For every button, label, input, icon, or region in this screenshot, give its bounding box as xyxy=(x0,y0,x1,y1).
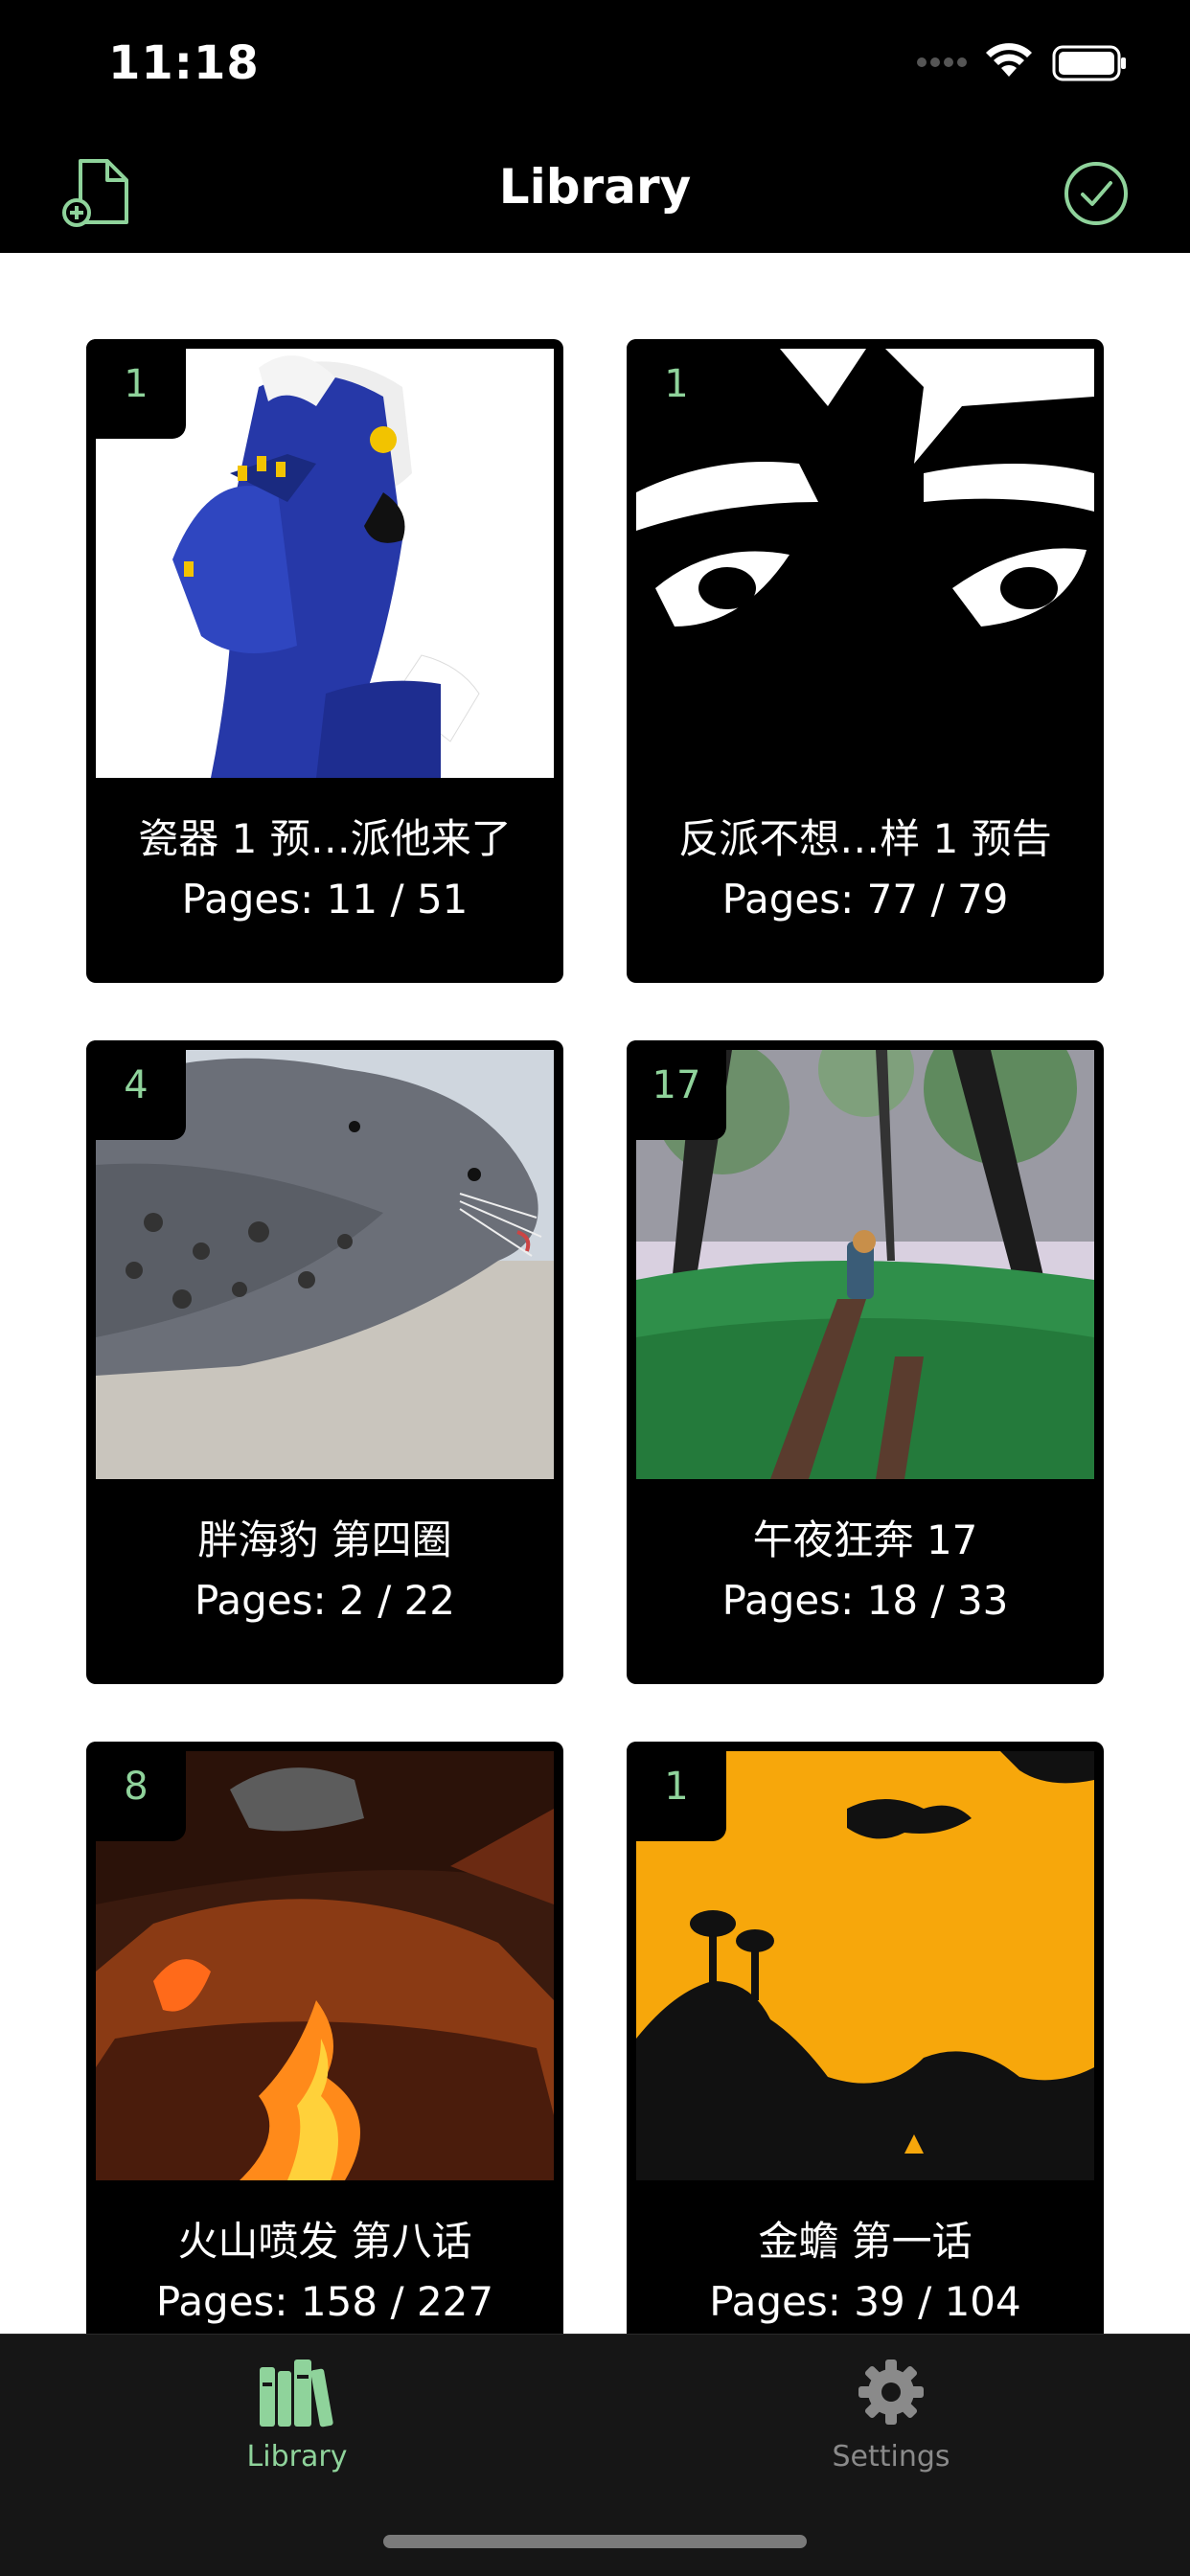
comic-title: 反派不想…样 1 预告 xyxy=(678,815,1052,862)
comic-card[interactable]: 1 金蟾 第一话 Pages: 39 / 104 xyxy=(627,1742,1104,2339)
page-progress: Pages: 39 / 104 xyxy=(709,2278,1021,2325)
comic-title: 午夜狂奔 17 xyxy=(752,1516,978,1563)
comic-title: 金蟾 第一话 xyxy=(758,2218,973,2265)
chapter-badge: 1 xyxy=(627,1742,726,1841)
navigation-bar: Library xyxy=(0,134,1190,253)
comic-card[interactable]: 1 反派不想…样 1 预告 Pages: 77 / 79 xyxy=(627,339,1104,983)
comic-card[interactable]: 1 瓷器 1 预…派他来了 Pages: 11 / 51 xyxy=(86,339,563,983)
page-progress: Pages: 2 / 22 xyxy=(194,1577,456,1624)
gear-icon xyxy=(858,2359,924,2425)
page-progress: Pages: 158 / 227 xyxy=(155,2278,494,2325)
tab-bar: Library Settings xyxy=(0,2334,1190,2576)
page-progress: Pages: 18 / 33 xyxy=(721,1577,1009,1624)
tab-label: Settings xyxy=(832,2440,950,2473)
cellular-signal-icon xyxy=(917,57,967,67)
comic-title: 胖海豹 第四圈 xyxy=(197,1516,452,1563)
books-icon xyxy=(260,2359,333,2428)
wifi-icon xyxy=(986,43,1032,77)
page-title: Library xyxy=(498,159,692,215)
status-time: 11:18 xyxy=(108,36,260,90)
comic-title: 瓷器 1 预…派他来了 xyxy=(138,815,512,862)
comic-card[interactable]: 17 午夜狂奔 17 Pages: 18 / 33 xyxy=(627,1040,1104,1684)
chapter-badge: 1 xyxy=(86,339,186,439)
home-indicator xyxy=(383,2535,807,2548)
chapter-badge: 4 xyxy=(86,1040,186,1140)
chapter-badge: 8 xyxy=(86,1742,186,1841)
chapter-badge: 1 xyxy=(627,339,726,439)
tab-library[interactable]: Library xyxy=(153,2354,441,2473)
tab-settings[interactable]: Settings xyxy=(747,2354,1035,2473)
battery-icon xyxy=(1052,45,1126,81)
comic-card[interactable]: 8 火山喷发 第八话 Pages: 158 / 227 xyxy=(86,1742,563,2339)
page-progress: Pages: 11 / 51 xyxy=(181,876,469,923)
status-bar: 11:18 xyxy=(0,0,1190,134)
comic-card[interactable]: 4 胖海豹 第四圈 Pages: 2 / 22 xyxy=(86,1040,563,1684)
library-grid: 1 瓷器 1 预…派他来了 Pages: 11 / 51 1 反派不想…样 1 … xyxy=(0,253,1190,2339)
page-progress: Pages: 77 / 79 xyxy=(721,876,1009,923)
checkmark-circle-icon[interactable] xyxy=(1062,159,1131,228)
tab-label: Library xyxy=(246,2440,348,2473)
comic-title: 火山喷发 第八话 xyxy=(177,2218,472,2265)
chapter-badge: 17 xyxy=(627,1040,726,1140)
